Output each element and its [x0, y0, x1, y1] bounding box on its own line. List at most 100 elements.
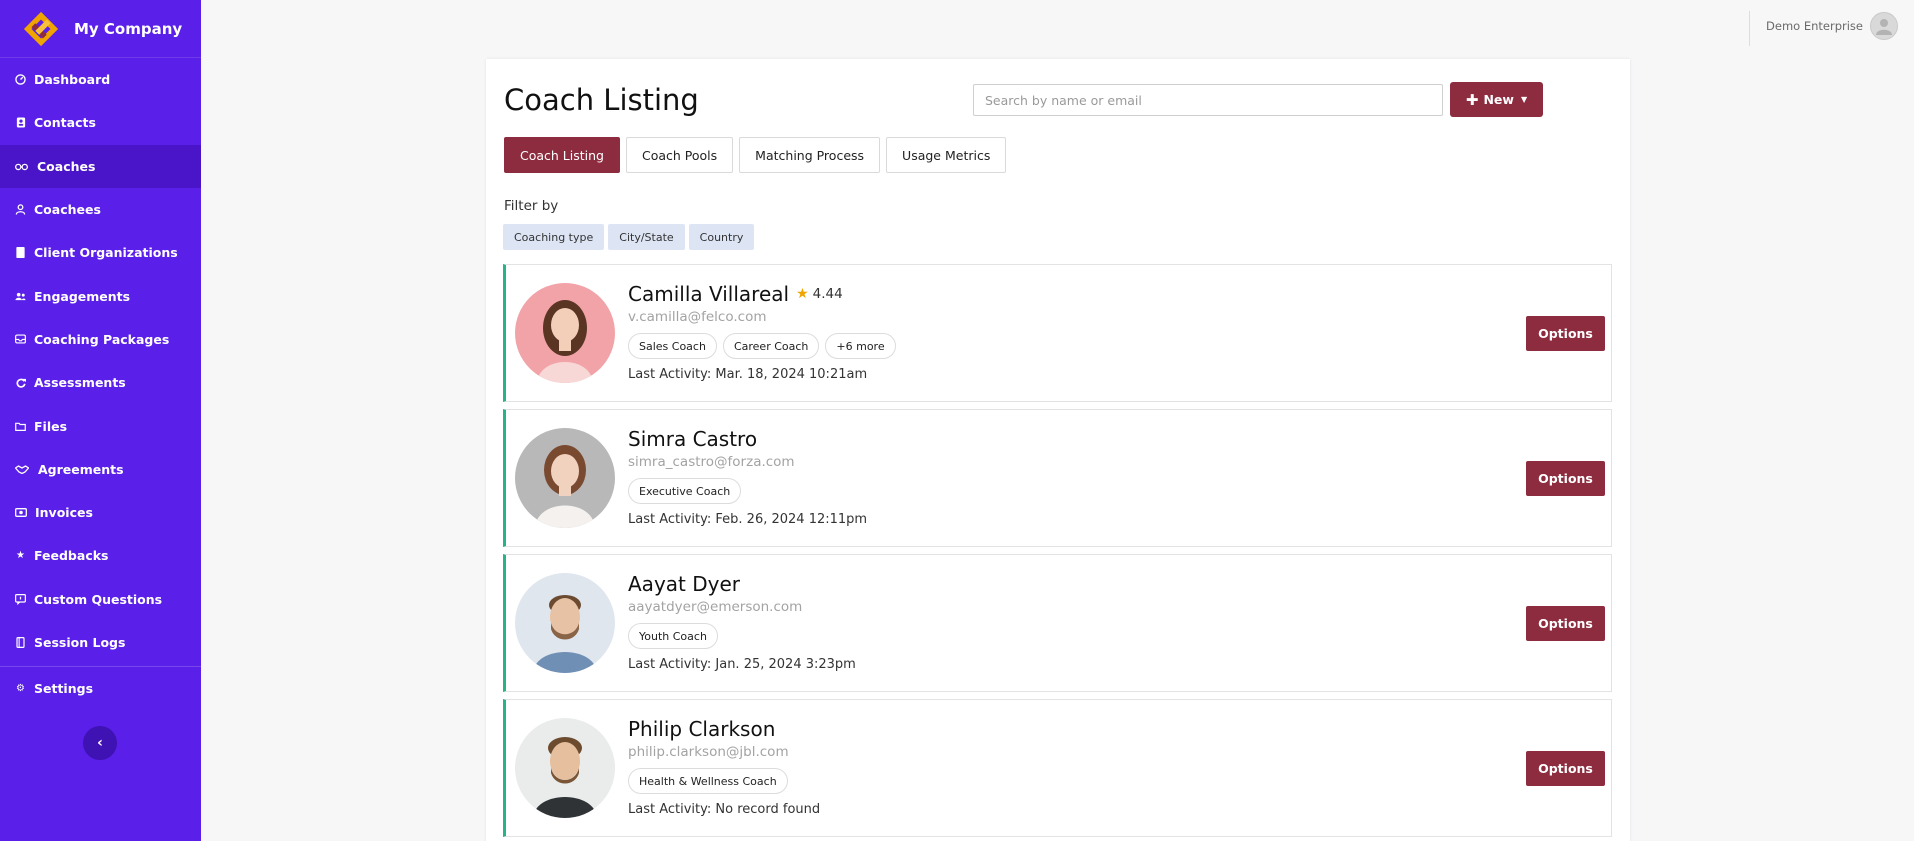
contacts-icon	[15, 117, 26, 128]
coach-tags: Youth Coach	[628, 623, 856, 649]
coach-name[interactable]: Aayat Dyer	[628, 572, 740, 596]
coach-name-line: Philip Clarkson	[628, 717, 820, 741]
sidebar-item-files[interactable]: Files	[0, 404, 201, 447]
coach-rating: ★ 4.44	[796, 286, 843, 302]
options-button[interactable]: Options	[1526, 461, 1605, 496]
coach-row: Camilla Villareal ★ 4.44 v.camilla@felco…	[503, 264, 1612, 402]
coach-tag: Sales Coach	[628, 333, 717, 359]
options-button[interactable]: Options	[1526, 606, 1605, 641]
coach-info: Camilla Villareal ★ 4.44 v.camilla@felco…	[628, 282, 896, 382]
tab-usage-metrics[interactable]: Usage Metrics	[886, 137, 1007, 173]
coach-avatar	[515, 283, 615, 383]
sidebar-item-coaching-packages[interactable]: Coaching Packages	[0, 318, 201, 361]
filter-country[interactable]: Country	[688, 224, 755, 250]
sidebar-nav: Dashboard Contacts Coaches Coachees Clie…	[0, 58, 201, 664]
money-icon	[15, 507, 27, 518]
glasses-icon	[15, 161, 28, 172]
coach-name[interactable]: Simra Castro	[628, 427, 757, 451]
new-button-label: New	[1483, 92, 1514, 107]
chevron-left-icon: ‹	[97, 735, 103, 751]
coach-tags: Sales Coach Career Coach +6 more	[628, 333, 896, 359]
user-name: Demo Enterprise	[1766, 19, 1863, 33]
filter-chips: Coaching type City/State Country	[503, 224, 755, 250]
coach-tag: Youth Coach	[628, 623, 718, 649]
sidebar-item-coachees[interactable]: Coachees	[0, 188, 201, 231]
sidebar-item-client-organizations[interactable]: Client Organizations	[0, 231, 201, 274]
topbar-divider	[1749, 11, 1750, 46]
page-title: Coach Listing	[504, 83, 699, 117]
rating-value: 4.44	[812, 286, 843, 302]
sidebar-item-dashboard[interactable]: Dashboard	[0, 58, 201, 101]
coach-avatar	[515, 428, 615, 528]
question-icon	[15, 593, 26, 605]
sidebar-item-label: Engagements	[34, 288, 131, 304]
sidebar-item-settings[interactable]: ⚙ Settings	[0, 667, 201, 710]
sidebar-item-label: Coaching Packages	[34, 331, 170, 347]
sidebar-item-label: Dashboard	[34, 72, 111, 88]
coach-row: Simra Castro simra_castro@forza.com Exec…	[503, 409, 1612, 547]
sidebar-item-engagements[interactable]: Engagements	[0, 274, 201, 317]
sidebar-item-custom-questions[interactable]: Custom Questions	[0, 578, 201, 621]
filter-coaching-type[interactable]: Coaching type	[503, 224, 605, 250]
sidebar-item-coaches[interactable]: Coaches	[0, 144, 201, 188]
coach-list: Camilla Villareal ★ 4.44 v.camilla@felco…	[503, 264, 1612, 841]
last-activity: Last Activity: Feb. 26, 2024 12:11pm	[628, 512, 868, 527]
coach-tag: Executive Coach	[628, 478, 742, 504]
sidebar-item-label: Coachees	[34, 202, 101, 218]
user-menu[interactable]: Demo Enterprise	[1766, 12, 1898, 40]
new-button[interactable]: ✚ New ▼	[1450, 82, 1543, 117]
coach-name[interactable]: Philip Clarkson	[628, 717, 775, 741]
brand[interactable]: My Company	[0, 0, 201, 58]
sidebar-item-label: Coaches	[37, 158, 96, 174]
tab-bar: Coach Listing Coach Pools Matching Proce…	[504, 137, 1007, 173]
tab-coach-listing[interactable]: Coach Listing	[504, 137, 620, 173]
coach-name[interactable]: Camilla Villareal	[628, 282, 789, 306]
star-icon: ★	[16, 549, 25, 561]
filter-label: Filter by	[504, 198, 559, 214]
coach-info: Philip Clarkson philip.clarkson@jbl.com …	[628, 717, 820, 817]
sidebar-item-feedbacks[interactable]: ★ Feedbacks	[0, 534, 201, 577]
sidebar-item-label: Files	[34, 418, 68, 434]
coach-avatar	[515, 573, 615, 673]
coach-tag: Health & Wellness Coach	[628, 768, 788, 794]
sidebar-item-label: Settings	[34, 681, 94, 697]
plus-icon: ✚	[1465, 90, 1479, 109]
coach-avatar	[515, 718, 615, 818]
sidebar-item-label: Feedbacks	[34, 548, 109, 564]
sidebar-item-label: Assessments	[34, 375, 126, 391]
building-icon	[15, 247, 26, 259]
tab-matching-process[interactable]: Matching Process	[739, 137, 881, 173]
folder-icon	[15, 421, 26, 432]
sidebar-item-assessments[interactable]: Assessments	[0, 361, 201, 404]
handshake-icon	[15, 464, 29, 475]
caret-down-icon: ▼	[1520, 95, 1528, 104]
sidebar-collapse-button[interactable]: ‹	[83, 726, 117, 760]
user-icon	[15, 204, 26, 215]
sidebar-item-session-logs[interactable]: Session Logs	[0, 621, 201, 664]
sidebar-item-label: Client Organizations	[34, 245, 178, 261]
sidebar-item-agreements[interactable]: Agreements	[0, 448, 201, 491]
brand-name: My Company	[74, 19, 183, 38]
sidebar-item-contacts[interactable]: Contacts	[0, 101, 201, 144]
sidebar-item-label: Invoices	[35, 505, 93, 521]
refresh-icon	[15, 377, 26, 388]
sidebar-item-invoices[interactable]: Invoices	[0, 491, 201, 534]
last-activity: Last Activity: Mar. 18, 2024 10:21am	[628, 367, 868, 382]
sidebar-item-label: Custom Questions	[34, 591, 163, 607]
star-icon: ★	[796, 286, 809, 302]
coach-row: Aayat Dyer aayatdyer@emerson.com Youth C…	[503, 554, 1612, 692]
users-icon	[15, 291, 26, 302]
coach-email: simra_castro@forza.com	[628, 454, 795, 470]
sidebar-item-label: Contacts	[34, 115, 96, 131]
coach-tag: Career Coach	[722, 333, 820, 359]
options-button[interactable]: Options	[1526, 316, 1605, 351]
more-tags-badge[interactable]: +6 more	[825, 333, 896, 359]
filter-city-state[interactable]: City/State	[608, 224, 685, 250]
last-activity: Last Activity: Jan. 25, 2024 3:23pm	[628, 657, 856, 672]
coach-info: Aayat Dyer aayatdyer@emerson.com Youth C…	[628, 572, 856, 672]
search-input[interactable]	[973, 84, 1443, 116]
options-button[interactable]: Options	[1526, 751, 1605, 786]
avatar	[1870, 12, 1898, 40]
main-card: Coach Listing ✚ New ▼ Coach Listing Coac…	[486, 59, 1630, 841]
tab-coach-pools[interactable]: Coach Pools	[625, 137, 734, 173]
